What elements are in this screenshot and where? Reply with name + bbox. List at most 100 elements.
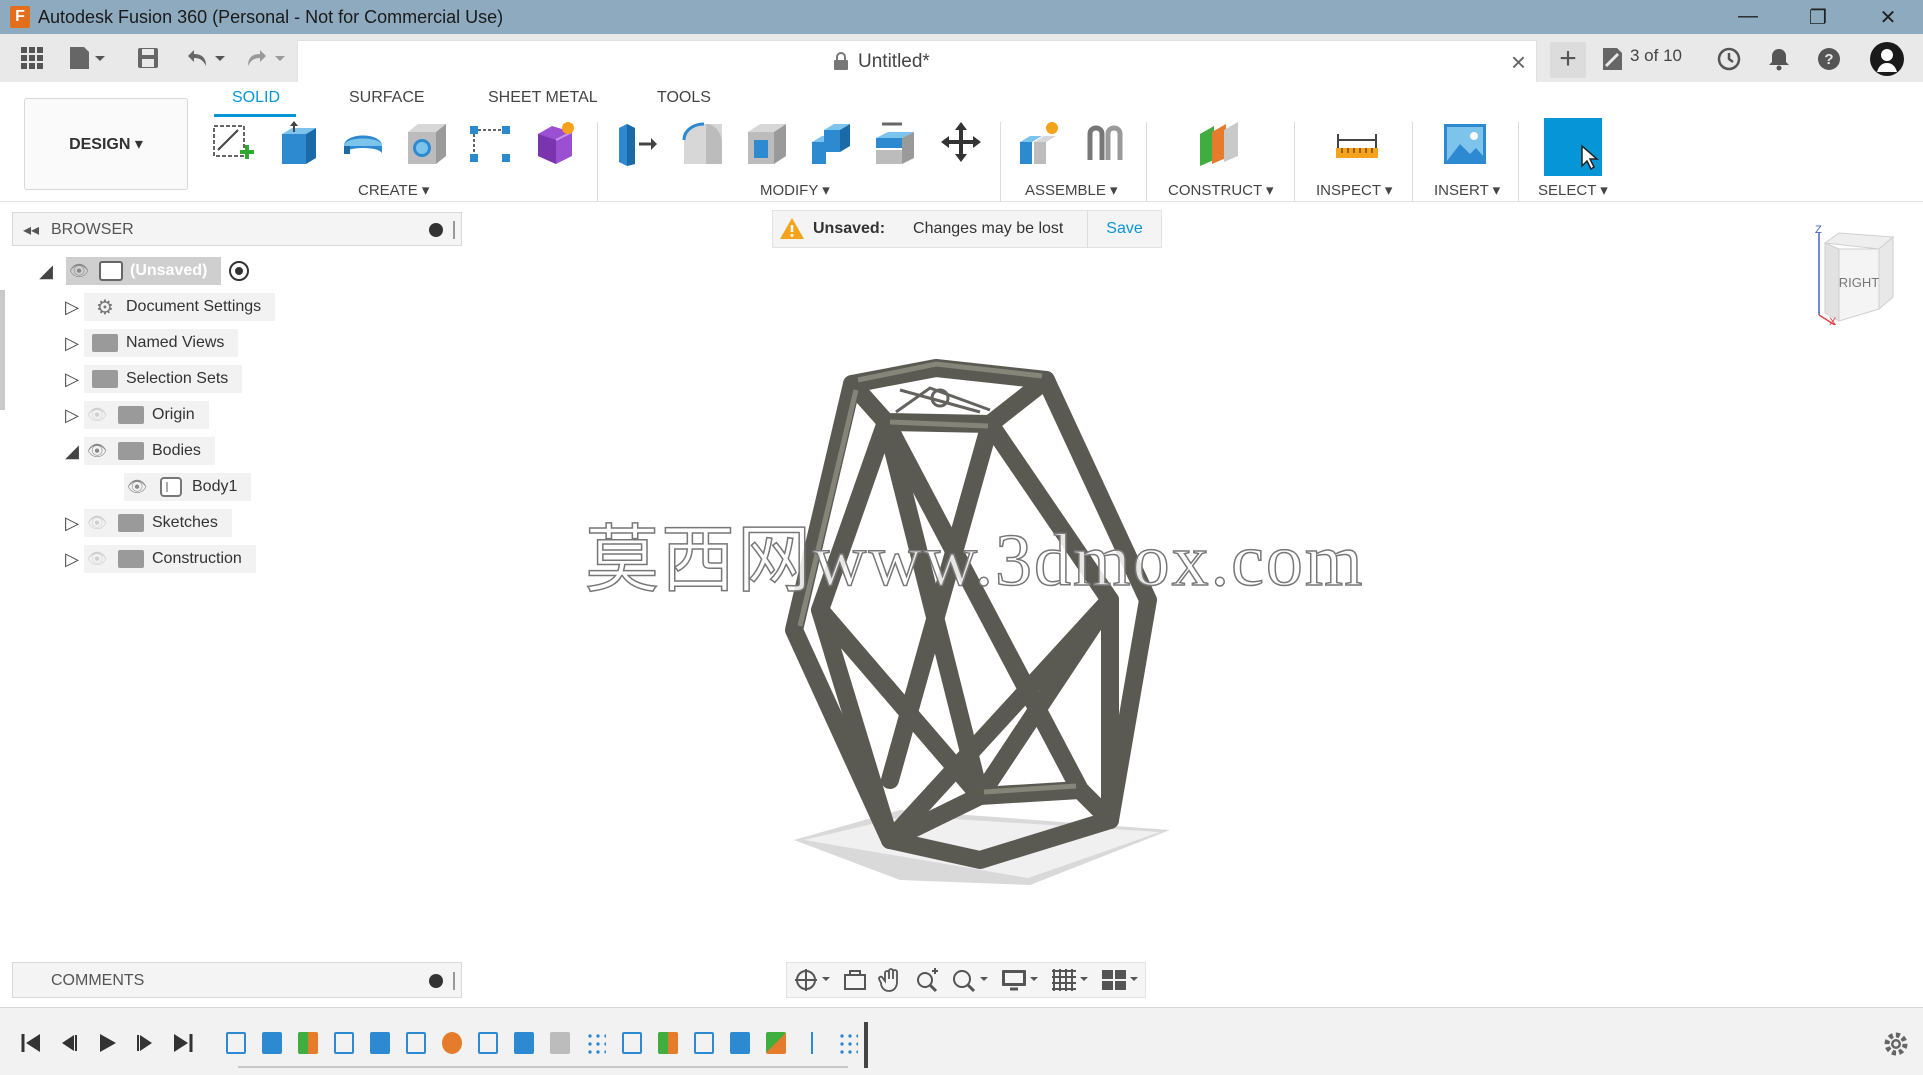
display-settings-icon[interactable] [1000, 967, 1040, 993]
timeline-previous-icon[interactable] [58, 1032, 80, 1054]
item-pill[interactable]: ⚙ Document Settings [84, 293, 276, 321]
browser-item-origin[interactable]: ▷ 👁 Origin [60, 401, 209, 429]
timeline-combine-feature[interactable] [766, 1032, 786, 1054]
tab-surface[interactable]: SURFACE [349, 89, 425, 107]
offset-face-icon[interactable] [872, 120, 918, 168]
expand-triangle-icon[interactable]: ▷ [60, 333, 84, 354]
viewcube-face-label[interactable]: RIGHT [1839, 275, 1880, 290]
collapse-triangle-icon[interactable]: ◢ [34, 261, 58, 282]
browser-resize-handle[interactable] [453, 221, 455, 239]
close-tab-icon[interactable]: × [1511, 47, 1526, 78]
timeline-pattern-feature[interactable] [838, 1032, 858, 1054]
item-pill[interactable]: 👁 Construction [84, 545, 256, 573]
hole-icon[interactable] [404, 120, 450, 168]
browser-minimize-icon[interactable] [429, 223, 443, 237]
model-body1-lattice[interactable] [780, 350, 1170, 890]
redo-icon[interactable] [244, 46, 288, 75]
save-button[interactable]: Save [1087, 210, 1161, 248]
restore-button[interactable]: ❐ [1783, 5, 1853, 30]
expand-triangle-icon[interactable]: ▷ [60, 297, 84, 318]
timeline-extrude-feature[interactable] [514, 1032, 534, 1054]
timeline-sketch-feature[interactable] [334, 1032, 354, 1054]
save-icon[interactable] [136, 46, 160, 75]
extrude-icon[interactable] [276, 120, 322, 168]
help-icon[interactable]: ? [1816, 46, 1842, 77]
timeline-extrude-feature[interactable] [370, 1032, 390, 1054]
viewcube[interactable]: RIGHT Z X [1815, 225, 1895, 325]
expand-triangle-icon[interactable]: ▷ [60, 513, 84, 534]
timeline-sketch-feature[interactable] [694, 1032, 714, 1054]
browser-item-named-views[interactable]: ▷ Named Views [60, 329, 239, 357]
timeline-play-icon[interactable] [96, 1032, 118, 1054]
collapse-browser-icon[interactable]: ◂◂ [23, 220, 39, 240]
select-menu[interactable]: SELECT ▾ [1538, 181, 1608, 199]
activate-radio-icon[interactable] [227, 259, 251, 283]
comments-resize-handle[interactable] [453, 972, 455, 990]
visibility-eye-icon[interactable]: 👁 [84, 513, 110, 533]
browser-root-node[interactable]: ◢ 👁 (Unsaved) [34, 257, 251, 285]
insert-canvas-icon[interactable] [1442, 120, 1488, 168]
timeline-plane-feature[interactable] [658, 1032, 678, 1054]
insert-menu[interactable]: INSERT ▾ [1434, 181, 1500, 199]
item-pill[interactable]: 👁 Bodies [84, 437, 215, 465]
file-menu-icon[interactable] [68, 46, 106, 75]
notification-bell-icon[interactable] [1766, 46, 1792, 77]
add-comment-icon[interactable] [429, 974, 443, 988]
offset-plane-icon[interactable] [1196, 120, 1242, 168]
zoom-icon[interactable] [914, 967, 940, 993]
measure-icon[interactable] [1334, 120, 1380, 168]
press-pull-icon[interactable] [615, 120, 661, 168]
viewports-icon[interactable] [1100, 967, 1140, 993]
browser-item-document-settings[interactable]: ▷ ⚙ Document Settings [60, 293, 276, 321]
close-window-button[interactable]: ✕ [1853, 5, 1923, 30]
minimize-button[interactable]: — [1713, 5, 1783, 30]
tab-tools[interactable]: TOOLS [657, 89, 711, 107]
visibility-eye-icon[interactable]: 👁 [84, 405, 110, 425]
create-menu[interactable]: CREATE ▾ [358, 181, 429, 199]
timeline-pattern-feature[interactable] [586, 1032, 606, 1054]
create-form-icon[interactable] [532, 120, 578, 168]
timeline-extrude-feature[interactable] [262, 1032, 282, 1054]
create-sketch-icon[interactable] [210, 120, 256, 168]
expand-triangle-icon[interactable]: ▷ [60, 369, 84, 390]
new-tab-button[interactable]: + [1550, 42, 1586, 78]
timeline-settings-gear-icon[interactable] [1882, 1030, 1910, 1058]
browser-item-body1[interactable]: 👁 Body1 [124, 473, 252, 501]
grid-settings-icon[interactable] [1050, 967, 1090, 993]
data-panel-grid-icon[interactable] [20, 46, 44, 75]
timeline-last-icon[interactable] [172, 1032, 194, 1054]
timeline-sketch-feature[interactable] [622, 1032, 642, 1054]
history-clock-icon[interactable] [1716, 46, 1742, 77]
root-pill[interactable]: 👁 (Unsaved) [66, 257, 222, 285]
item-pill[interactable]: 👁 Origin [84, 401, 209, 429]
fillet-icon[interactable] [680, 120, 726, 168]
workspace-switcher[interactable]: DESIGN ▾ [24, 98, 188, 190]
visibility-eye-icon[interactable]: 👁 [66, 261, 92, 281]
browser-item-selection-sets[interactable]: ▷ Selection Sets [60, 365, 243, 393]
job-status[interactable]: 3 of 10 [1630, 46, 1682, 66]
timeline-mirror-feature[interactable] [802, 1032, 822, 1054]
modify-menu[interactable]: MODIFY ▾ [760, 181, 830, 199]
construct-menu[interactable]: CONSTRUCT ▾ [1168, 181, 1274, 199]
combine-icon[interactable] [808, 120, 854, 168]
visibility-eye-icon[interactable]: 👁 [124, 477, 150, 497]
timeline-sketch-feature[interactable] [226, 1032, 246, 1054]
visibility-eye-icon[interactable]: 👁 [84, 549, 110, 569]
assemble-menu[interactable]: ASSEMBLE ▾ [1025, 181, 1118, 199]
user-avatar[interactable] [1870, 42, 1904, 76]
expand-triangle-icon[interactable]: ▷ [60, 405, 84, 426]
select-tool-button[interactable] [1544, 118, 1602, 176]
orbit-icon[interactable] [792, 967, 832, 993]
document-tab[interactable]: Untitled* × [297, 40, 1537, 82]
timeline-first-icon[interactable] [20, 1032, 42, 1054]
timeline-plane-feature[interactable] [298, 1032, 318, 1054]
move-copy-icon[interactable] [938, 120, 984, 168]
browser-item-bodies[interactable]: ◢ 👁 Bodies [60, 437, 215, 465]
tab-sheet-metal[interactable]: SHEET METAL [488, 89, 598, 107]
revolve-icon[interactable] [340, 120, 386, 168]
browser-item-sketches[interactable]: ▷ 👁 Sketches [60, 509, 232, 537]
item-pill[interactable]: 👁 Sketches [84, 509, 232, 537]
timeline-next-icon[interactable] [134, 1032, 156, 1054]
timeline-extrude-feature[interactable] [730, 1032, 750, 1054]
pan-hand-icon[interactable] [878, 967, 904, 993]
